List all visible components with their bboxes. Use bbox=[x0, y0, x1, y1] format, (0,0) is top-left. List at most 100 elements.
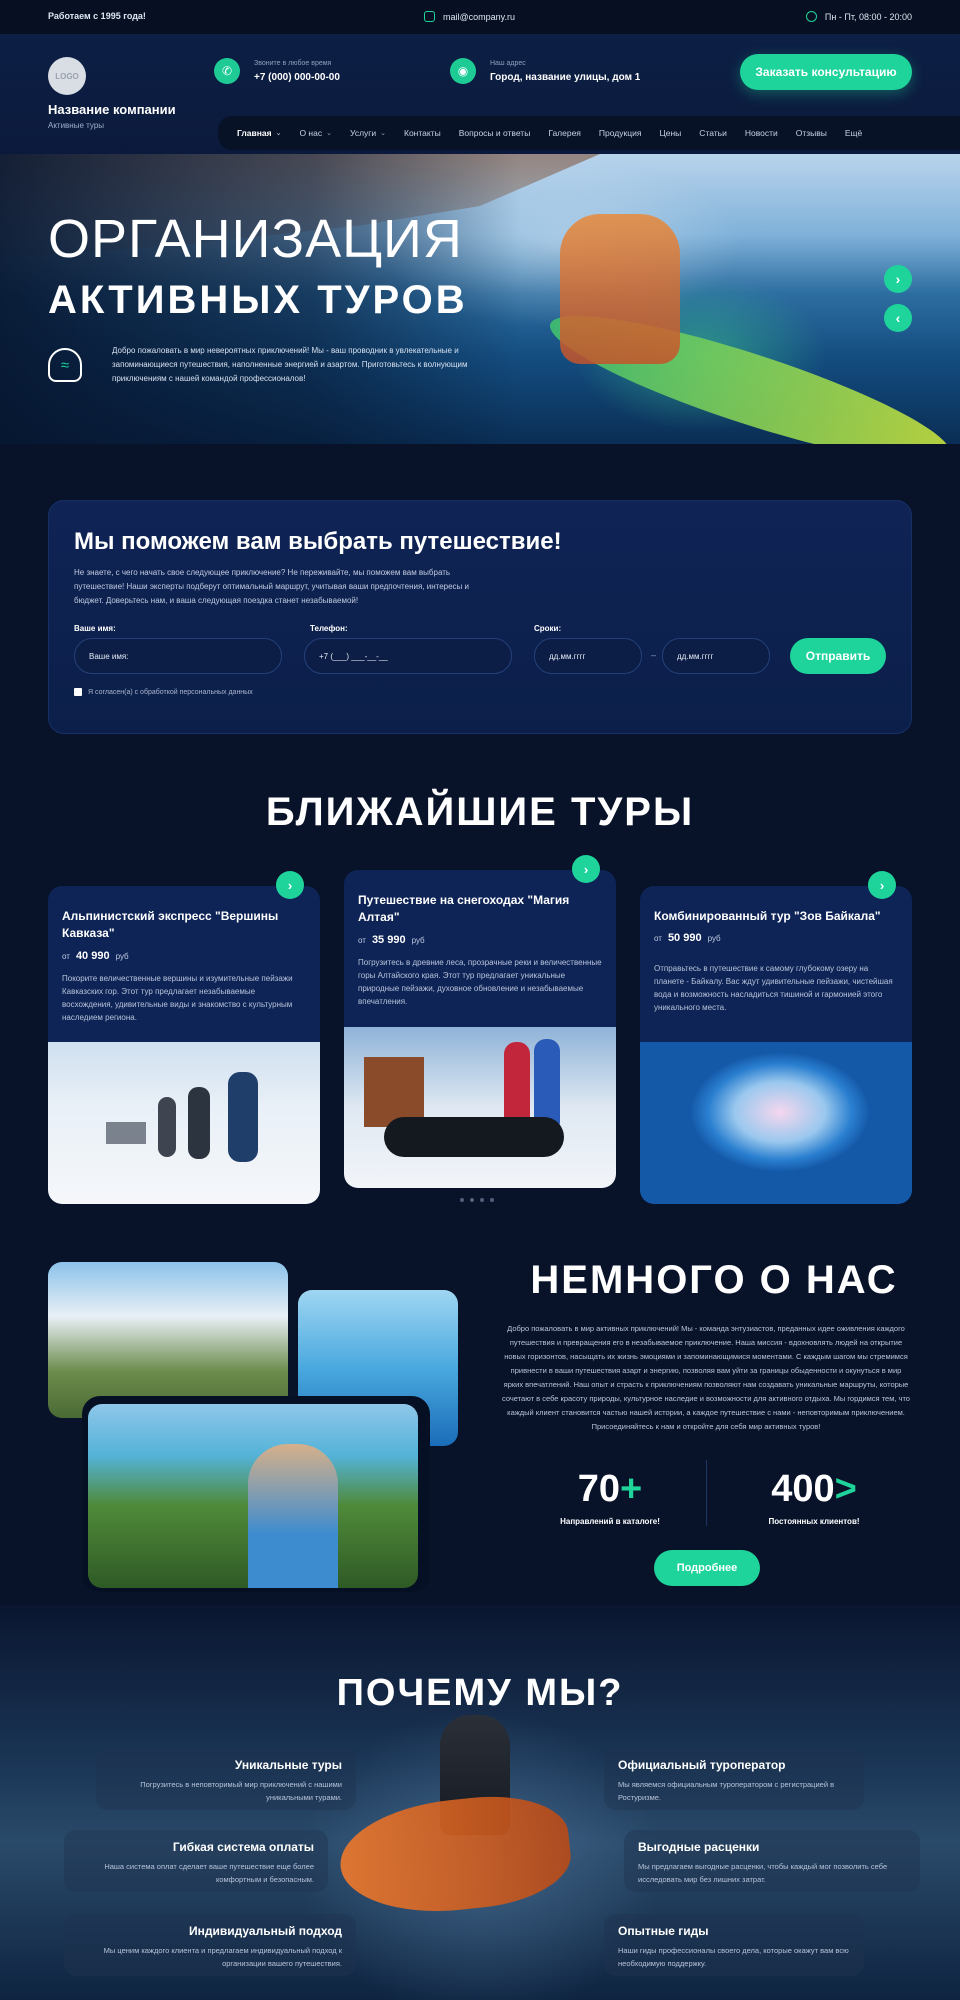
nav-item[interactable]: Контакты bbox=[395, 128, 450, 138]
nav-item[interactable]: Отзывы bbox=[787, 128, 836, 138]
stat-number: 70 bbox=[577, 1468, 621, 1510]
why-item-text: Наша система оплат сделает ваше путешест… bbox=[104, 1862, 314, 1884]
form-description: Не знаете, с чего начать свое следующее … bbox=[74, 568, 469, 605]
nav-item[interactable]: Новости bbox=[736, 128, 787, 138]
tour-image-snowmobile bbox=[344, 1027, 616, 1188]
more-button[interactable]: Подробнее bbox=[654, 1550, 760, 1586]
chevron-down-icon: ⌄ bbox=[380, 130, 386, 137]
email-link[interactable]: mail@company.ru bbox=[424, 11, 515, 22]
phone-block[interactable]: ✆ Звоните в любое время +7 (000) 000-00-… bbox=[214, 58, 340, 84]
why-item-text: Наши гиды профессионалы своего дела, кот… bbox=[618, 1946, 849, 1968]
address-label: Наш адрес bbox=[490, 59, 526, 67]
about-photo-hikers bbox=[48, 1262, 288, 1418]
why-item: Выгодные расценки Мы предлагаем выгодные… bbox=[624, 1830, 920, 1892]
nav-item-label: Статьи bbox=[699, 128, 727, 138]
why-item-title: Официальный туроператор bbox=[618, 1758, 786, 1772]
tour-description: Отправьтесь в путешествие к самому глубо… bbox=[654, 964, 893, 1012]
nav-item-label: Галерея bbox=[548, 128, 581, 138]
consent-row[interactable]: Я согласен(а) с обработкой персональных … bbox=[74, 688, 253, 696]
nav-item[interactable]: Ещё bbox=[836, 128, 871, 138]
name-label: Ваше имя: bbox=[74, 624, 116, 633]
why-item-text: Мы являемся официальным туроператором с … bbox=[618, 1780, 835, 1802]
stat-clients: 400> Постоянных клиентов! bbox=[734, 1468, 894, 1526]
nav-item[interactable]: Статьи bbox=[690, 128, 736, 138]
stat-divider bbox=[706, 1460, 707, 1526]
tour-price: от 50 990 руб bbox=[654, 932, 721, 944]
address-block: ◉ Наш адрес Город, название улицы, дом 1 bbox=[450, 58, 640, 84]
consultation-button[interactable]: Заказать консультацию bbox=[740, 54, 912, 90]
location-icon: ◉ bbox=[450, 58, 476, 84]
carousel-dot[interactable] bbox=[490, 1198, 494, 1202]
tour-image-ice-cave bbox=[640, 1042, 912, 1204]
tours-title: БЛИЖАЙШИЕ ТУРЫ bbox=[265, 790, 695, 834]
carousel-dot[interactable] bbox=[470, 1198, 474, 1202]
nav-item-label: Цены bbox=[659, 128, 682, 138]
why-item-text: Мы ценим каждого клиента и предлагаем ин… bbox=[103, 1946, 342, 1968]
phone-number: +7 (000) 000-00-00 bbox=[254, 71, 340, 83]
nav-item[interactable]: Услуги ⌄ bbox=[341, 128, 395, 138]
clock-icon bbox=[805, 11, 817, 22]
phone-icon: ✆ bbox=[214, 58, 240, 84]
tour-arrow-icon[interactable]: › bbox=[572, 855, 600, 883]
nav-item[interactable]: Вопросы и ответы bbox=[450, 128, 540, 138]
send-button[interactable]: Отправить bbox=[790, 638, 886, 674]
nav-item[interactable]: Галерея bbox=[539, 128, 590, 138]
nav-item[interactable]: Главная ⌄ bbox=[228, 128, 290, 138]
stat-label: Направлений в каталоге! bbox=[560, 1517, 660, 1526]
consent-checkbox[interactable] bbox=[74, 688, 82, 696]
nav-item[interactable]: О нас ⌄ bbox=[290, 128, 341, 138]
date-to-input[interactable]: дд.мм.гггг bbox=[662, 638, 770, 674]
tour-card[interactable]: Альпинистский экспресс "Вершины Кавказа"… bbox=[48, 886, 320, 1204]
tour-arrow-icon[interactable]: › bbox=[868, 871, 896, 899]
email-text: mail@company.ru bbox=[443, 11, 515, 22]
why-title: ПОЧЕМУ МЫ? bbox=[336, 1672, 624, 1714]
tour-card[interactable]: Путешествие на снегоходах "Магия Алтая" … bbox=[344, 870, 616, 1188]
slider-next-button[interactable]: › bbox=[884, 265, 912, 293]
tour-card[interactable]: Комбинированный тур "Зов Байкала" от 50 9… bbox=[640, 886, 912, 1204]
nav-item-label: Главная bbox=[237, 128, 272, 138]
phone-field-label: Телефон: bbox=[310, 624, 348, 633]
carousel-dot[interactable] bbox=[480, 1198, 484, 1202]
tour-description: Погрузитесь в древние леса, прозрачные р… bbox=[358, 958, 602, 1006]
date-from-input[interactable]: дд.мм.гггг bbox=[534, 638, 642, 674]
tour-name: Путешествие на снегоходах "Магия Алтая" bbox=[358, 893, 570, 924]
why-item: Официальный туроператор Мы являемся офиц… bbox=[604, 1748, 864, 1810]
name-input[interactable]: Ваше имя: bbox=[74, 638, 282, 674]
stat-number: 400 bbox=[771, 1468, 835, 1510]
why-item-title: Гибкая система оплаты bbox=[172, 1840, 314, 1854]
main-nav: Главная ⌄ О нас ⌄ Услуги ⌄ Контакты Вопросы и о… bbox=[218, 116, 960, 150]
slider-prev-button[interactable]: ‹ bbox=[884, 304, 912, 332]
carousel-dot[interactable] bbox=[460, 1198, 464, 1202]
address-text: Город, название улицы, дом 1 bbox=[490, 71, 641, 83]
stat-label: Постоянных клиентов! bbox=[768, 1517, 860, 1526]
about-text: Добро пожаловать в мир активных приключе… bbox=[502, 1324, 910, 1431]
nav-item-label: Ещё bbox=[844, 128, 863, 138]
tour-name: Альпинистский экспресс "Вершины Кавказа" bbox=[62, 909, 279, 940]
stat-directions: 70+ Направлений в каталоге! bbox=[530, 1468, 690, 1526]
why-item-title: Уникальные туры bbox=[234, 1758, 342, 1772]
tour-name: Комбинированный тур "Зов Байкала" bbox=[654, 909, 881, 923]
why-item-text: Погрузитесь в неповторимый мир приключен… bbox=[140, 1780, 342, 1802]
phone-label: Звоните в любое время bbox=[254, 59, 332, 67]
about-photo-selfie bbox=[88, 1404, 418, 1588]
why-item: Уникальные туры Погрузитесь в неповторим… bbox=[96, 1748, 356, 1810]
nav-item-label: Продукция bbox=[598, 128, 642, 138]
nav-item[interactable]: Цены bbox=[650, 128, 690, 138]
nav-item-label: Вопросы и ответы bbox=[458, 128, 531, 138]
nav-item-label: О нас bbox=[299, 128, 323, 138]
hero-title-line1: ОРГАНИЗАЦИЯ bbox=[48, 209, 463, 269]
phone-input[interactable]: +7 (___) ___-__-__ bbox=[304, 638, 512, 674]
form-title: Мы поможем вам выбрать путешествие! bbox=[74, 528, 562, 555]
hero-title-line2: АКТИВНЫХ ТУРОВ bbox=[48, 278, 468, 322]
nav-item[interactable]: Продукция bbox=[590, 128, 651, 138]
why-item-title: Выгодные расценки bbox=[638, 1840, 760, 1854]
hero-text: Добро пожаловать в мир невероятных прикл… bbox=[112, 346, 468, 383]
chevron-down-icon: ⌄ bbox=[275, 130, 282, 137]
why-item: Опытные гиды Наши гиды профессионалы сво… bbox=[604, 1914, 864, 1976]
top-bar: Работаем с 1995 года! mail@company.ru Пн… bbox=[0, 0, 960, 34]
carousel-dots bbox=[460, 1198, 494, 1202]
tour-arrow-icon[interactable]: › bbox=[276, 871, 304, 899]
logo[interactable]: LOGO bbox=[48, 57, 86, 95]
nav-item-label: Отзывы bbox=[795, 128, 827, 138]
tour-price: от 40 990 руб bbox=[62, 950, 129, 962]
